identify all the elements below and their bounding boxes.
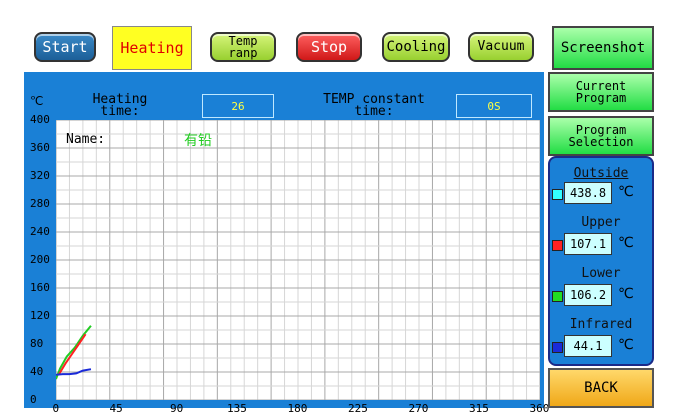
x-tick-label: 90 [170,402,184,415]
outside-label: Outside [573,166,629,181]
heating-tab-label: Heating [120,39,184,57]
infrared-value: 44.1 [564,335,612,357]
heating-time-label-line2: time: [100,104,140,119]
upper-label: Upper [581,215,621,230]
infrared-swatch [552,342,563,353]
lower-readout: 106.2 ℃ [552,282,652,308]
stop-button-label: Stop [310,38,348,56]
start-button-label: Start [42,38,88,56]
stop-button[interactable]: Stop [296,32,362,62]
temp-ramp-button[interactable]: Temp ranp [210,32,276,62]
temp-ramp-label: Temp ranp [229,35,258,59]
vacuum-button-label: Vacuum [477,39,525,54]
lower-unit: ℃ [618,286,634,302]
current-program-button[interactable]: Current Program [548,72,654,112]
cooling-button-label: Cooling [386,39,446,55]
y-tick-label: 200 [30,253,50,266]
vacuum-button[interactable]: Vacuum [468,32,534,62]
back-button-label: BACK [584,380,618,396]
lower-label: Lower [581,266,621,281]
heating-tab[interactable]: Heating [112,26,192,70]
lower-value: 106.2 [564,284,612,306]
y-tick-label: 240 [30,225,50,238]
current-program-label-line2: Program [575,91,627,105]
y-tick-label: 360 [30,141,50,154]
screenshot-button-label: Screenshot [560,40,646,56]
x-tick-label: 45 [109,402,123,415]
screenshot-button[interactable]: Screenshot [552,26,654,70]
heating-time-field: 26 [202,94,274,118]
y-tick-label: 320 [30,169,50,182]
y-tick-label: 400 [30,113,50,126]
x-tick-label: 360 [529,402,550,415]
upper-value: 107.1 [564,233,612,255]
outside-unit: ℃ [618,184,634,200]
app-screen: Start Heating Temp ranp Stop Cooling Vacu… [0,0,674,418]
x-tick-label: 135 [227,402,247,415]
chart-svg [56,120,540,400]
chart-panel: ℃ Heating time: 26 TEMP constant time: 0… [24,72,549,415]
y-tick-label: 280 [30,197,50,210]
lower-swatch [552,291,563,302]
infrared-unit: ℃ [618,337,634,353]
back-button[interactable]: BACK [548,368,654,408]
program-selection-label: Program Selection [568,124,633,148]
y-tick-label: 120 [30,309,50,322]
top-toolbar: Start Heating Temp ranp Stop Cooling Vacu… [24,26,654,70]
outside-value: 438.8 [564,182,612,204]
infrared-readout: 44.1 ℃ [552,333,652,359]
temperature-unit: ℃ [30,94,44,108]
temp-constant-label-line2: time: [354,104,394,119]
heating-time-label: Heating time: [80,93,160,119]
outside-swatch [552,189,563,200]
infrared-label: Infrared [569,317,633,332]
current-program-label: Current Program [576,80,627,104]
program-selection-button[interactable]: Program Selection [548,116,654,156]
x-tick-label: 270 [408,402,429,415]
start-button[interactable]: Start [34,32,96,62]
temp-ramp-label-line2: ranp [228,46,258,60]
upper-readout: 107.1 ℃ [552,231,652,257]
x-tick-label: 0 [52,402,60,415]
x-tick-label: 315 [469,402,489,415]
program-name-value: 有铅 [184,133,212,149]
upper-swatch [552,240,563,251]
y-tick-label: 40 [30,365,44,378]
temperature-readouts: Outside 438.8 ℃ Upper 107.1 ℃ Lower 106.… [548,156,654,366]
temp-constant-time-field: 0S [456,94,532,118]
cooling-button[interactable]: Cooling [382,32,450,62]
program-selection-label-line2: Selection [568,135,634,149]
x-tick-label: 225 [348,402,368,415]
program-name-label: Name: [66,132,106,147]
upper-unit: ℃ [618,235,634,251]
y-tick-label: 80 [30,337,44,350]
outside-readout: 438.8 ℃ [552,180,652,206]
temperature-chart: Name: 有铅 [56,120,540,400]
y-tick-label: 0 [30,393,37,406]
y-tick-label: 160 [30,281,50,294]
temp-constant-time-label: TEMP constant time: [314,93,434,119]
series-line-1 [57,333,87,376]
x-tick-label: 180 [287,402,308,415]
